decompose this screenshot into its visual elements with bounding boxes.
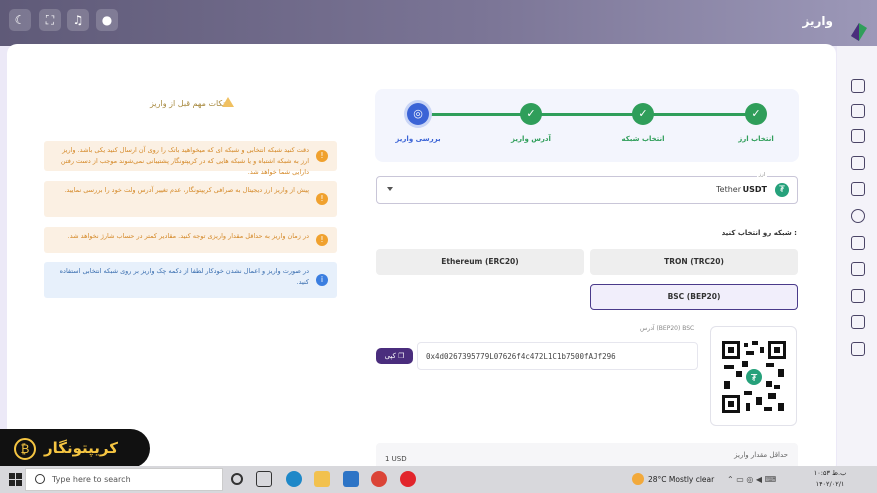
step-select-network-icon: ✓ [632,103,654,125]
notification-icon[interactable]: ♫ [67,9,89,31]
chrome-browser-icon[interactable] [371,471,387,487]
alert-icon: ! [316,193,328,205]
warning-icon [222,97,234,107]
copy-button[interactable]: کپی ❐ [376,348,413,364]
chevron-down-icon [387,187,393,191]
file-explorer-icon[interactable] [314,471,330,487]
windows-taskbar: Type here to search 28°C Mostly clear ⌃ … [0,466,877,493]
step-label-select-network: انتخاب شبکه [621,135,665,143]
deposit-icon[interactable] [851,209,865,223]
users-icon[interactable] [851,129,865,143]
qr-code-icon: ₮ [722,341,786,413]
step-select-currency-icon: ✓ [745,103,767,125]
note-check-deposit: در صورت واریز و اعمال نشدن خودکار لطفا ا… [44,262,337,298]
coin-logo-icon: ₿ [14,438,36,460]
fullscreen-icon[interactable]: ⛶ [39,9,61,31]
brand-logo-icon [851,23,867,41]
step-label-select-currency: انتخاب ارز [738,135,774,143]
gift-icon[interactable] [851,289,865,303]
alert-icon: ! [316,150,328,162]
widgets-icon[interactable] [256,471,272,487]
notes-title: نکات مهم قبل از واریز [150,99,226,108]
system-tray-icons[interactable]: ⌃ ▭ ◎ ◀ ⌨ [727,475,776,484]
page-title: واریز [802,14,833,28]
minimum-deposit-label: حداقل مقدار واریز [734,451,788,459]
mail-icon[interactable] [343,471,359,487]
network-option-ethereum[interactable]: Ethereum (ERC20) [376,249,584,275]
profile-icon[interactable]: ● [96,9,118,31]
report-icon[interactable] [851,315,865,329]
opera-browser-icon[interactable] [400,471,416,487]
svg-text:₮: ₮ [751,373,758,384]
copy-button-label: کپی [384,352,396,360]
weather-icon[interactable] [632,473,644,485]
step-label-deposit-address: آدرس واریز [511,135,551,143]
taskbar-search-placeholder: Type here to search [52,475,131,484]
alert-icon: ! [316,234,328,246]
clock-time: ب.ظ ۱۰:۵۳ [813,469,847,477]
tether-icon: ₮ [775,183,789,197]
logout-icon[interactable] [851,342,865,356]
weather-text[interactable]: 28°C Mostly clear [648,475,714,484]
address-label: آدرس (BEP20) BSC [640,325,695,332]
note-text: در زمان واریز به حداقل مقدار واریزی توجه… [67,232,309,240]
transfer-icon[interactable] [851,262,865,276]
stepper-line [420,113,756,116]
currency-name: Tether [716,185,741,194]
dashboard-icon[interactable] [851,79,865,93]
note-text: در صورت واریز و اعمال نشدن خودکار لطفا ا… [59,267,309,286]
note-network-warning: دقت کنید شبکه انتخابی و شبکه ای که میخوا… [44,141,337,176]
clock-date: ۱۴۰۲/۰۲/۱ [815,480,845,488]
network-label: شبکه رو انتخاب کنید : [721,229,797,237]
currency-code: USDT [742,185,767,194]
note-text: پیش از واریز ارز دیجیتال به صرافی کریپتو… [64,186,309,194]
taskbar-search-box[interactable]: Type here to search [25,468,223,491]
taskbar-clock[interactable]: ب.ظ ۱۰:۵۳ ۱۴۰۲/۰۲/۱ [812,468,848,490]
dark-mode-icon[interactable]: ☾ [9,9,31,31]
qr-code-box: ₮ [710,326,797,426]
brand-name: کریپتونگار [44,439,118,457]
trade-icon[interactable] [851,182,865,196]
step-deposit-address-icon: ✓ [520,103,542,125]
brand-watermark: ₿ کریپتونگار [0,429,150,468]
currency-select-label: ارز [756,172,767,178]
address-field[interactable]: 0x4d0267395779L07626f4c472L1C1b7500fAJf2… [417,342,698,370]
note-minimum-deposit: در زمان واریز به حداقل مقدار واریزی توجه… [44,227,337,253]
edge-browser-icon[interactable] [286,471,302,487]
currency-select[interactable]: ارز ₮ USDT Tether [376,172,798,204]
task-view-icon[interactable] [231,473,243,485]
search-icon [35,474,45,484]
address-value: 0x4d0267395779L07626f4c472L1C1b7500fAJf2… [426,352,616,361]
info-icon: i [316,274,328,286]
sidebar [837,46,877,466]
step-label-review-deposit: بررسی واریز [395,135,441,143]
windows-start-icon[interactable] [9,473,22,486]
withdraw-icon[interactable] [851,236,865,250]
network-option-tron[interactable]: TRON (TRC20) [590,249,798,275]
note-address-check: پیش از واریز ارز دیجیتال به صرافی کریپتو… [44,181,337,217]
network-option-bsc[interactable]: BSC (BEP20) [590,284,798,310]
orders-icon[interactable] [851,104,865,118]
wallet-icon[interactable] [851,156,865,170]
step-review-deposit-icon: ◎ [407,103,429,125]
top-bar: ☾ ⛶ ♫ ● واریز [0,0,877,46]
minimum-deposit-value: 1 USD [385,455,407,463]
deposit-stepper: ✓ ✓ ✓ ◎ انتخاب ارز انتخاب شبکه آدرس واری… [375,89,799,162]
